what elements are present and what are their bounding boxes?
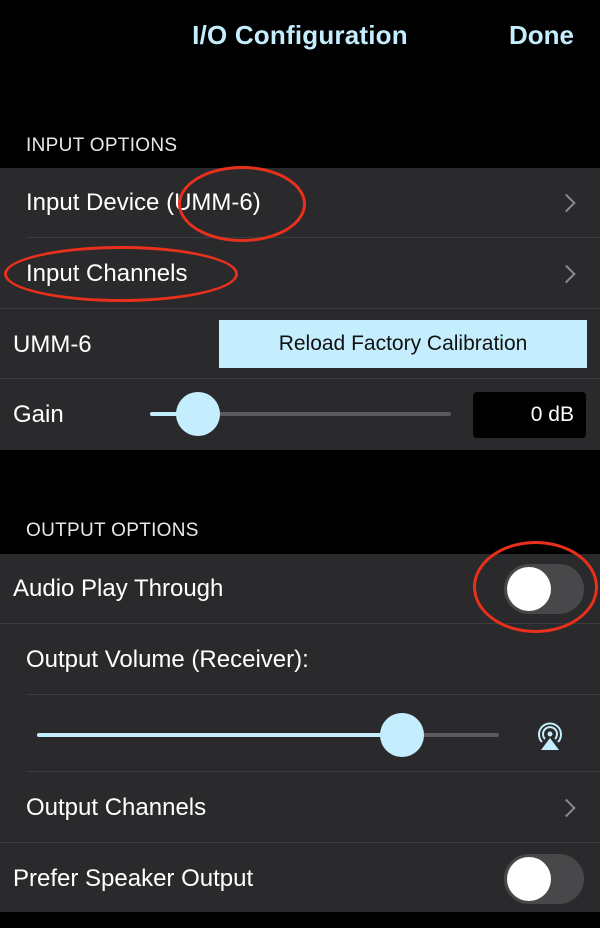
separator	[26, 694, 600, 695]
gain-label: Gain	[13, 401, 64, 428]
separator	[26, 771, 600, 772]
output-volume-slider-row	[0, 696, 600, 772]
chevron-right-icon	[557, 264, 576, 284]
audio-play-through-label: Audio Play Through	[13, 575, 224, 602]
output-volume-label: Output Volume (Receiver):	[26, 646, 309, 673]
separator	[0, 623, 600, 624]
input-device-value: (UMM-6)	[166, 189, 261, 216]
toggle-knob	[507, 567, 551, 611]
output-options-group: Audio Play Through Output Volume (Receiv…	[0, 554, 600, 912]
output-options-header: OUTPUT OPTIONS	[26, 520, 199, 541]
chevron-right-icon	[557, 193, 576, 213]
separator	[0, 842, 600, 843]
umm6-label: UMM-6	[13, 330, 92, 358]
input-channels-row[interactable]: Input Channels	[0, 239, 600, 309]
prefer-speaker-output-row: Prefer Speaker Output	[0, 844, 600, 914]
output-volume-slider[interactable]	[37, 713, 499, 757]
output-channels-row[interactable]: Output Channels	[0, 773, 600, 843]
input-options-header: INPUT OPTIONS	[26, 135, 178, 156]
airplay-icon[interactable]	[533, 718, 567, 752]
output-channels-label: Output Channels	[26, 794, 207, 821]
input-channels-label: Input Channels	[26, 260, 188, 287]
output-volume-slider-fill	[37, 733, 402, 737]
input-options-group: Input Device (UMM-6) Input Channels UMM-…	[0, 168, 600, 450]
input-device-label: Input Device (UMM-6)	[26, 189, 261, 216]
gain-value-field[interactable]: 0 dB	[473, 392, 586, 438]
audio-play-through-toggle[interactable]	[504, 564, 584, 614]
gain-slider-thumb[interactable]	[176, 392, 221, 436]
separator	[0, 308, 600, 309]
output-volume-row: Output Volume (Receiver):	[0, 625, 600, 695]
gain-row: Gain 0 dB	[0, 380, 600, 450]
navigation-bar: I/O Configuration Done	[0, 0, 600, 72]
prefer-speaker-output-toggle[interactable]	[504, 854, 584, 904]
chevron-right-icon	[557, 798, 576, 818]
toggle-knob	[507, 857, 551, 901]
output-volume-slider-thumb[interactable]	[379, 713, 424, 757]
audio-play-through-row: Audio Play Through	[0, 554, 600, 624]
gain-slider[interactable]	[150, 392, 451, 436]
input-device-row[interactable]: Input Device (UMM-6)	[0, 168, 600, 238]
done-button[interactable]: Done	[509, 20, 574, 51]
umm6-row: UMM-6 Reload Factory Calibration	[0, 310, 600, 379]
separator	[26, 237, 600, 238]
reload-factory-calibration-button[interactable]: Reload Factory Calibration	[219, 320, 587, 368]
separator	[0, 378, 600, 379]
prefer-speaker-output-label: Prefer Speaker Output	[13, 865, 254, 892]
